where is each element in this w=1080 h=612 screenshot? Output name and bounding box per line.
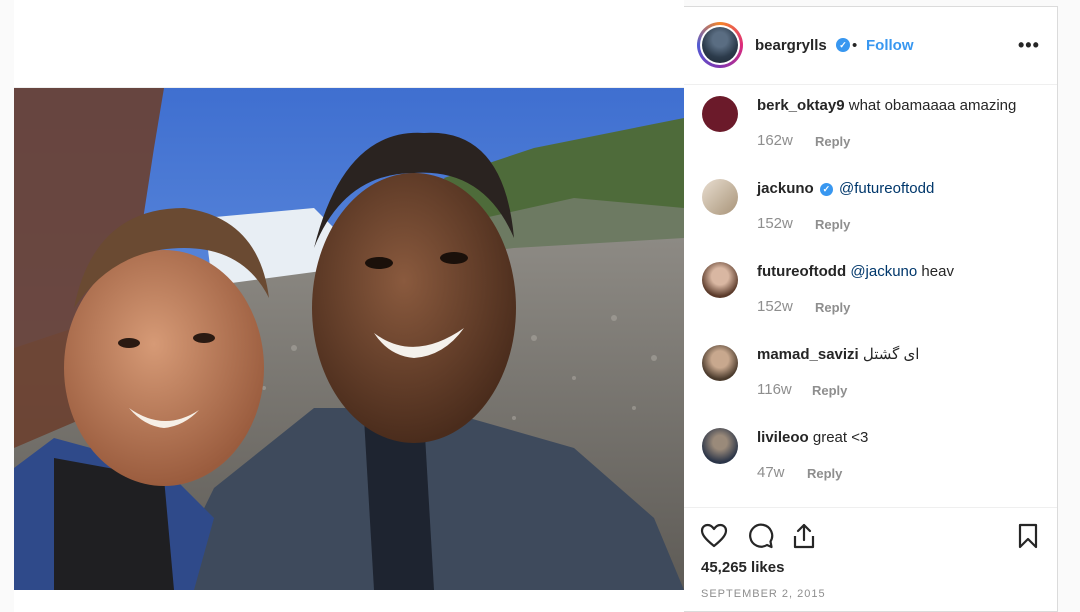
comments-list[interactable]: berk_oktay9 what obamaaaa amazing 162w R… [684,86,1057,506]
media-top-whitespace [14,0,684,88]
comment-mention[interactable]: @futureoftodd [839,180,934,197]
post-header: beargrylls ✓ • Follow ••• [684,7,1057,85]
author-username[interactable]: beargrylls [755,37,827,54]
commenter-username[interactable]: livileoo [757,429,809,446]
comment-item: futureoftodd @jackuno heav 152w Reply [684,252,1057,335]
post-date[interactable]: SEPTEMBER 2, 2015 [701,588,826,600]
commenter-avatar[interactable] [702,96,738,132]
header-separator: • [852,37,858,54]
author-avatar-frame [700,25,740,65]
comment-mention[interactable]: @jackuno [850,263,917,280]
comment-text: ای گشتل [862,346,920,363]
comment-icon[interactable] [746,522,774,550]
follow-button[interactable]: Follow [866,37,914,54]
post-sidebar: beargrylls ✓ • Follow ••• berk_oktay9 wh… [684,6,1058,612]
reply-button[interactable]: Reply [815,300,850,315]
more-options-icon[interactable]: ••• [1018,35,1040,56]
media-bottom-whitespace [14,590,684,612]
comment-line: mamad_savizi ای گشتل [757,345,919,365]
commenter-avatar[interactable] [702,428,738,464]
commenter-avatar[interactable] [702,179,738,215]
comment-text: great <3 [812,429,869,446]
post-actions: 45,265 likes SEPTEMBER 2, 2015 [684,507,1057,612]
post-photo[interactable] [14,88,684,590]
author-avatar-story-ring[interactable] [697,22,743,68]
commenter-username[interactable]: berk_oktay9 [757,97,845,114]
reply-button[interactable]: Reply [815,217,850,232]
comment-text: heav [921,263,954,280]
comment-line: futureoftodd @jackuno heav [757,262,954,282]
comment-age: 47w [757,464,785,481]
instagram-post-view: beargrylls ✓ • Follow ••• berk_oktay9 wh… [0,0,1080,612]
heart-icon[interactable] [700,522,728,550]
author-avatar [702,27,738,63]
comment-item: berk_oktay9 what obamaaaa amazing 162w R… [684,86,1057,169]
verified-badge-icon: ✓ [836,38,850,52]
commenter-username[interactable]: jackuno [757,180,814,197]
commenter-avatar[interactable] [702,262,738,298]
bookmark-icon[interactable] [1014,522,1042,550]
media-panel [14,0,684,612]
comment-item: livileoo great <3 47w Reply [684,418,1057,501]
comment-age: 152w [757,298,793,315]
verified-badge-icon: ✓ [819,183,833,196]
commenter-username[interactable]: mamad_savizi [757,346,859,363]
comment-item: jackuno ✓ @futureoftodd 152w Reply [684,169,1057,252]
likes-count[interactable]: 45,265 likes [701,559,784,576]
comment-text: what obamaaaa amazing [848,97,1017,114]
commenter-avatar[interactable] [702,345,738,381]
comment-item: mamad_savizi ای گشتل 116w Reply [684,335,1057,418]
reply-button[interactable]: Reply [815,134,850,149]
commenter-username[interactable]: futureoftodd [757,263,846,280]
comment-line: berk_oktay9 what obamaaaa amazing [757,96,1016,116]
comment-line: livileoo great <3 [757,428,868,448]
comment-line: jackuno ✓ @futureoftodd [757,179,934,199]
comment-age: 162w [757,132,793,149]
comment-age: 116w [757,381,792,398]
comment-age: 152w [757,215,793,232]
share-icon[interactable] [790,522,818,550]
reply-button[interactable]: Reply [807,466,842,481]
reply-button[interactable]: Reply [812,383,847,398]
